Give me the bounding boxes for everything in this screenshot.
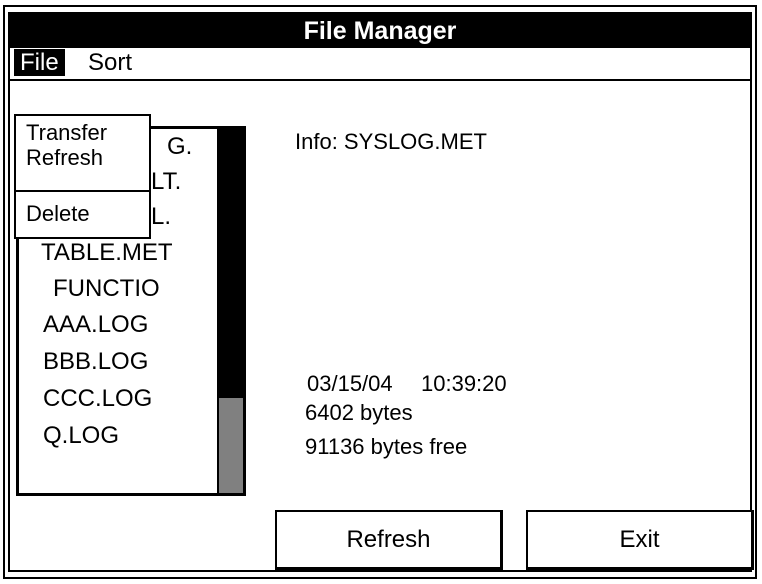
exit-button[interactable]: Exit [526, 510, 754, 570]
refresh-button[interactable]: Refresh [275, 510, 503, 570]
scrollbar-thumb[interactable] [219, 398, 243, 493]
free-space: 91136 bytes free [305, 434, 468, 459]
menu-item-delete[interactable]: Delete [26, 202, 90, 226]
file-list-item[interactable]: TABLE.MET [41, 239, 173, 267]
menu-file[interactable]: File [14, 49, 65, 76]
file-manager-panel: File Manager File Sort G. LT. L. TABLE.M… [8, 12, 754, 572]
menu-separator [16, 190, 149, 192]
file-dropdown-menu: Transfer Refresh Delete [14, 114, 151, 239]
menu-sort[interactable]: Sort [82, 49, 138, 76]
file-time: 10:39:20 [421, 371, 507, 396]
file-list-item[interactable]: CCC.LOG [43, 385, 152, 413]
file-list-item[interactable]: AAA.LOG [43, 311, 148, 339]
menu-item-transfer[interactable]: Transfer [26, 121, 107, 145]
file-list-item-partial[interactable]: G. [167, 133, 192, 161]
file-list-item-partial[interactable]: LT. [151, 168, 181, 196]
window-title: File Manager [303, 16, 457, 45]
title-bar: File Manager [10, 14, 750, 48]
menu-bar: File Sort [10, 47, 750, 81]
file-list-item[interactable]: FUNCTIO [53, 275, 160, 303]
file-list-item[interactable]: Q.LOG [43, 422, 119, 450]
file-list-item[interactable]: BBB.LOG [43, 348, 148, 376]
file-list-item-partial[interactable]: L. [151, 203, 171, 231]
file-date: 03/15/04 [307, 371, 393, 396]
refresh-button-label: Refresh [346, 525, 431, 553]
window-frame: File Manager File Sort G. LT. L. TABLE.M… [3, 5, 757, 579]
menu-item-refresh[interactable]: Refresh [26, 146, 103, 170]
exit-button-label: Exit [619, 525, 660, 553]
info-filename: Info: SYSLOG.MET [295, 129, 487, 154]
file-size: 6402 bytes [305, 400, 413, 425]
